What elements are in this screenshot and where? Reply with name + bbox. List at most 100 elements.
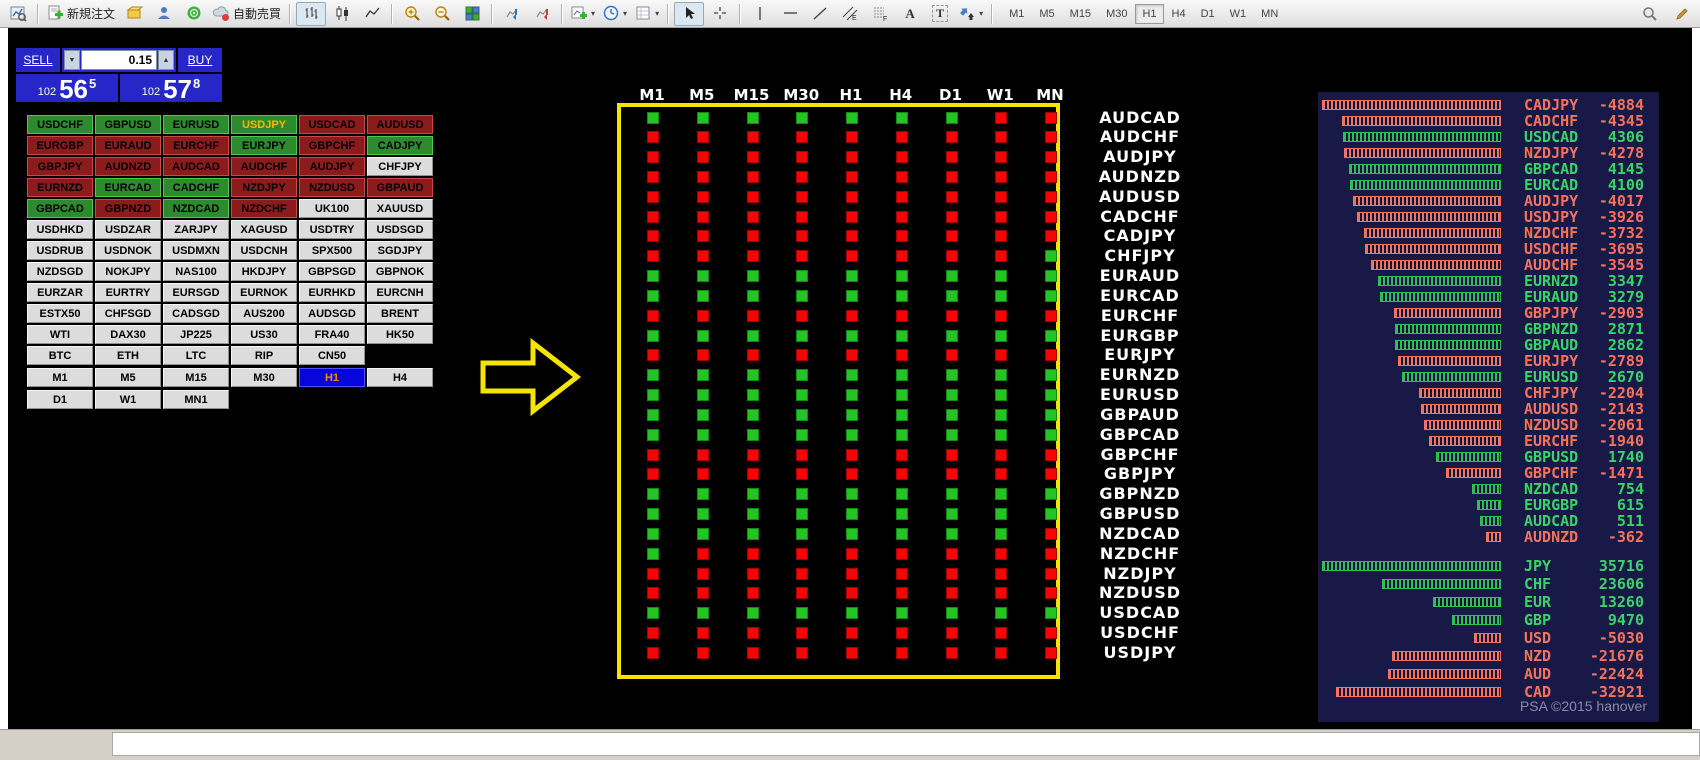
symbol-button-cadjpy[interactable]: CADJPY — [367, 136, 433, 155]
toolbar-timeframe-mn[interactable]: MN — [1254, 4, 1285, 24]
timeframe-button-d1[interactable]: D1 — [27, 390, 93, 409]
symbol-button-audusd[interactable]: AUDUSD — [367, 115, 433, 134]
symbol-button-gbpcad[interactable]: GBPCAD — [27, 199, 93, 218]
symbol-button-ltc[interactable]: LTC — [163, 346, 229, 365]
symbol-button-audnzd[interactable]: AUDNZD — [95, 157, 161, 176]
symbol-button-sgdjpy[interactable]: SGDJPY — [367, 241, 433, 260]
symbol-button-xagusd[interactable]: XAGUSD — [231, 220, 297, 239]
trendline-button[interactable] — [806, 3, 834, 25]
symbol-button-eursgd[interactable]: EURSGD — [163, 283, 229, 302]
symbol-button-hkdjpy[interactable]: HKDJPY — [231, 262, 297, 281]
symbol-button-gbpsgd[interactable]: GBPSGD — [299, 262, 365, 281]
timeframe-button-w1[interactable]: W1 — [95, 390, 161, 409]
symbol-button-gbpnzd[interactable]: GBPNZD — [95, 199, 161, 218]
buy-button[interactable]: BUY — [178, 48, 222, 72]
edit-button[interactable] — [1668, 3, 1696, 25]
volume-input[interactable]: 0.15 — [81, 50, 157, 70]
timeframe-button-mn1[interactable]: MN1 — [163, 390, 229, 409]
symbol-button-usdjpy[interactable]: USDJPY — [231, 115, 297, 134]
symbol-button-eurcad[interactable]: EURCAD — [95, 178, 161, 197]
symbol-button-usdrub[interactable]: USDRUB — [27, 241, 93, 260]
arrow-tools-button[interactable]: ▾ — [956, 3, 986, 25]
symbol-button-spx500[interactable]: SPX500 — [299, 241, 365, 260]
symbol-button-cadchf[interactable]: CADCHF — [163, 178, 229, 197]
symbol-button-cn50[interactable]: CN50 — [299, 346, 365, 365]
symbol-button-audchf[interactable]: AUDCHF — [231, 157, 297, 176]
symbol-button-zarjpy[interactable]: ZARJPY — [163, 220, 229, 239]
symbol-button-hk50[interactable]: HK50 — [367, 325, 433, 344]
symbol-button-brent[interactable]: BRENT — [367, 304, 433, 323]
symbol-button-usdnok[interactable]: USDNOK — [95, 241, 161, 260]
tile-windows-button[interactable] — [458, 3, 486, 25]
step-forward-button[interactable] — [528, 3, 556, 25]
toolbar-timeframe-w1[interactable]: W1 — [1223, 4, 1254, 24]
symbol-button-btc[interactable]: BTC — [27, 346, 93, 365]
symbol-button-eurhkd[interactable]: EURHKD — [299, 283, 365, 302]
symbol-button-dax30[interactable]: DAX30 — [95, 325, 161, 344]
symbol-button-nzdjpy[interactable]: NZDJPY — [231, 178, 297, 197]
timeframe-button-m15[interactable]: M15 — [163, 368, 229, 387]
symbol-button-gbpjpy[interactable]: GBPJPY — [27, 157, 93, 176]
timeframe-button-h4[interactable]: H4 — [367, 368, 433, 387]
symbol-button-eth[interactable]: ETH — [95, 346, 161, 365]
buy-price[interactable]: 102578 — [120, 74, 222, 102]
symbol-button-usdmxn[interactable]: USDMXN — [163, 241, 229, 260]
new-order-button[interactable]: 新規注文 — [44, 3, 118, 25]
cursor-button[interactable] — [674, 2, 704, 26]
sound-button[interactable] — [180, 3, 208, 25]
symbol-button-audjpy[interactable]: AUDJPY — [299, 157, 365, 176]
symbol-button-aus200[interactable]: AUS200 — [231, 304, 297, 323]
symbol-button-cadsgd[interactable]: CADSGD — [163, 304, 229, 323]
symbol-button-eurcnh[interactable]: EURCNH — [367, 283, 433, 302]
symbol-button-usdtry[interactable]: USDTRY — [299, 220, 365, 239]
horizontal-line-button[interactable] — [776, 3, 804, 25]
toolbar-timeframe-m30[interactable]: M30 — [1099, 4, 1134, 24]
auto-trading-button[interactable]: 自動売買 — [210, 3, 284, 25]
symbol-button-eurjpy[interactable]: EURJPY — [231, 136, 297, 155]
symbol-button-euraud[interactable]: EURAUD — [95, 136, 161, 155]
line-chart-button[interactable] — [358, 3, 386, 25]
symbol-button-eurusd[interactable]: EURUSD — [163, 115, 229, 134]
app-icon[interactable] — [4, 3, 32, 25]
symbol-button-audcad[interactable]: AUDCAD — [163, 157, 229, 176]
text-button[interactable]: A — [896, 3, 924, 25]
symbol-button-nzdchf[interactable]: NZDCHF — [231, 199, 297, 218]
symbol-button-uk100[interactable]: UK100 — [299, 199, 365, 218]
symbol-button-nokjpy[interactable]: NOKJPY — [95, 262, 161, 281]
symbol-button-eurnok[interactable]: EURNOK — [231, 283, 297, 302]
volume-increase-button[interactable]: ▲ — [158, 50, 174, 70]
symbol-button-jp225[interactable]: JP225 — [163, 325, 229, 344]
symbol-button-wti[interactable]: WTI — [27, 325, 93, 344]
symbol-button-rip[interactable]: RIP — [231, 346, 297, 365]
symbol-button-eurgbp[interactable]: EURGBP — [27, 136, 93, 155]
symbol-button-usdcnh[interactable]: USDCNH — [231, 241, 297, 260]
volume-decrease-button[interactable]: ▼ — [64, 50, 80, 70]
sell-button[interactable]: SELL — [16, 48, 60, 72]
community-button[interactable] — [150, 3, 178, 25]
vertical-line-button[interactable] — [746, 3, 774, 25]
equidistant-channel-button[interactable]: E — [836, 3, 864, 25]
arrange-charts-button[interactable] — [498, 3, 526, 25]
toolbar-timeframe-m15[interactable]: M15 — [1063, 4, 1098, 24]
fibonacci-button[interactable]: F — [866, 3, 894, 25]
toolbar-timeframe-h1[interactable]: H1 — [1135, 4, 1163, 24]
label-button[interactable]: T — [926, 3, 954, 25]
symbol-button-usdchf[interactable]: USDCHF — [27, 115, 93, 134]
timeframe-button-h1[interactable]: H1 — [299, 368, 365, 387]
sell-price[interactable]: 102565 — [16, 74, 118, 102]
bar-chart-button[interactable] — [296, 2, 326, 26]
symbol-button-nas100[interactable]: NAS100 — [163, 262, 229, 281]
toolbar-timeframe-m5[interactable]: M5 — [1032, 4, 1061, 24]
symbol-button-gbpaud[interactable]: GBPAUD — [367, 178, 433, 197]
toolbar-timeframe-m1[interactable]: M1 — [1002, 4, 1031, 24]
zoom-in-button[interactable] — [398, 3, 426, 25]
symbol-button-gbpnok[interactable]: GBPNOK — [367, 262, 433, 281]
search-button[interactable] — [1636, 3, 1664, 25]
timeframe-button-m1[interactable]: M1 — [27, 368, 93, 387]
symbol-button-eurnzd[interactable]: EURNZD — [27, 178, 93, 197]
symbol-button-fra40[interactable]: FRA40 — [299, 325, 365, 344]
symbol-button-estx50[interactable]: ESTX50 — [27, 304, 93, 323]
new-chart-button[interactable]: ▾ — [568, 3, 598, 25]
periods-button[interactable]: ▾ — [600, 3, 630, 25]
symbol-button-nzdusd[interactable]: NZDUSD — [299, 178, 365, 197]
